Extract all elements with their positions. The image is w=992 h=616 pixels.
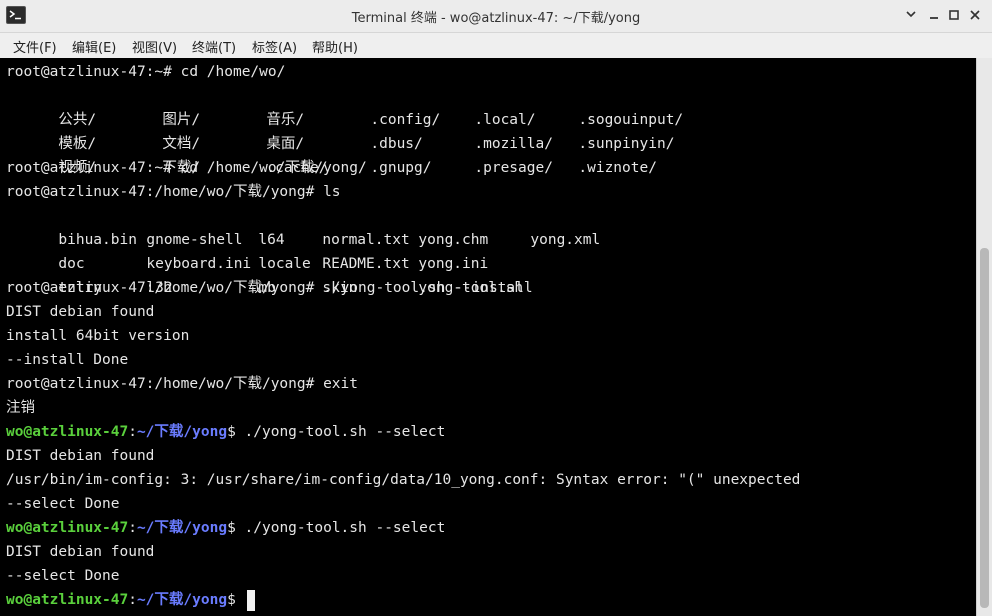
menu-bar: 文件(F) 编辑(E) 视图(V) 终端(T) 标签(A) 帮助(H) xyxy=(0,33,992,57)
maximize-icon xyxy=(945,10,963,20)
prompt-path: ~/下载/yong xyxy=(136,592,228,608)
output-line: 视频/下载/.cache/.gnupg/.presage/.wiznote/ xyxy=(6,132,657,176)
output-line: DIST debian found xyxy=(6,544,155,560)
menu-help[interactable]: 帮助(H) xyxy=(312,37,358,56)
output-line: --select Done xyxy=(6,568,120,584)
prompt-path: ~/下载/yong xyxy=(136,520,228,536)
vertical-scrollbar[interactable] xyxy=(976,58,992,616)
maximize-button[interactable] xyxy=(945,7,963,25)
prompt-user: wo@atzlinux-47 xyxy=(6,520,129,536)
prompt-separator: : xyxy=(128,592,137,608)
scrollbar-thumb[interactable] xyxy=(980,248,989,608)
output-line: root@atzlinux-47:/home/wo/下载/yong# ls xyxy=(6,184,341,200)
output-line: bihua.bin gnome-shell l64 normal.txt yong.ch… xyxy=(6,204,600,248)
chevron-down-icon xyxy=(902,10,920,18)
minimize-button[interactable] xyxy=(925,7,943,25)
file-entry: yong.xml xyxy=(530,232,601,248)
close-icon xyxy=(966,10,984,20)
file-entry: .wiznote/ xyxy=(578,160,657,176)
prompt-user: wo@atzlinux-47 xyxy=(6,424,129,440)
output-line: root@atzlinux-47:/home/wo/下载/yong# ./yon… xyxy=(6,280,533,296)
prompt-path: ~/下载/yong xyxy=(136,424,228,440)
menu-edit[interactable]: 编辑(E) xyxy=(72,37,116,56)
minimize-icon xyxy=(925,10,943,20)
window-menu-button[interactable] xyxy=(902,7,920,25)
prompt-command: $ xyxy=(227,592,245,608)
active-prompt-line[interactable]: wo@atzlinux-47:~/下载/yong$ xyxy=(6,588,255,612)
file-entry: .gnupg/ xyxy=(370,160,432,176)
menu-terminal[interactable]: 终端(T) xyxy=(192,37,236,56)
output-line: root@atzlinux-47:~# cd /home/wo/下载/yong/ xyxy=(6,160,367,176)
output-line: --install Done xyxy=(6,352,129,368)
output-line: doc keyboard.ini locale README.txt yong.ini xyxy=(6,228,488,272)
output-line: --select Done xyxy=(6,496,120,512)
output-line: 模板/文档/桌面/.dbus/.mozilla/.sunpinyin/ xyxy=(6,108,674,152)
output-line: entry l32 mb skin yong-tool.sh xyxy=(6,252,523,296)
output-line: 注销 xyxy=(6,400,35,416)
terminal-window: Terminal 终端 - wo@atzlinux-47: ~/下载/yong … xyxy=(0,0,992,616)
menu-view[interactable]: 视图(V) xyxy=(132,37,177,56)
output-line: root@atzlinux-47:/home/wo/下载/yong# exit xyxy=(6,376,359,392)
output-line: DIST debian found xyxy=(6,304,155,320)
output-line: 公共/图片/音乐/.config/.local/.sogouinput/ xyxy=(6,84,683,128)
output-line: root@atzlinux-47:~# cd /home/wo/ xyxy=(6,64,286,80)
prompt-command: $ ./yong-tool.sh --select xyxy=(227,520,446,536)
prompt-line: wo@atzlinux-47:~/下载/yong$ ./yong-tool.sh… xyxy=(6,420,445,444)
terminal-output[interactable]: root@atzlinux-47:~# cd /home/wo/ 公共/图片/音… xyxy=(0,58,976,616)
prompt-separator: : xyxy=(128,424,137,440)
error-line: /usr/bin/im-config: 3: /usr/share/im-con… xyxy=(6,472,801,488)
output-line: DIST debian found xyxy=(6,448,155,464)
prompt-separator: : xyxy=(128,520,137,536)
prompt-command: $ ./yong-tool.sh --select xyxy=(227,424,446,440)
menu-tabs[interactable]: 标签(A) xyxy=(252,37,297,56)
file-entry: .presage/ xyxy=(474,160,553,176)
prompt-user: wo@atzlinux-47 xyxy=(6,592,129,608)
close-button[interactable] xyxy=(966,7,984,25)
window-title: Terminal 终端 - wo@atzlinux-47: ~/下载/yong xyxy=(351,11,641,26)
menu-file[interactable]: 文件(F) xyxy=(13,37,57,56)
prompt-line: wo@atzlinux-47:~/下载/yong$ ./yong-tool.sh… xyxy=(6,516,445,540)
title-bar[interactable]: Terminal 终端 - wo@atzlinux-47: ~/下载/yong xyxy=(0,0,992,33)
output-line: install 64bit version xyxy=(6,328,190,344)
text-cursor xyxy=(246,589,255,611)
